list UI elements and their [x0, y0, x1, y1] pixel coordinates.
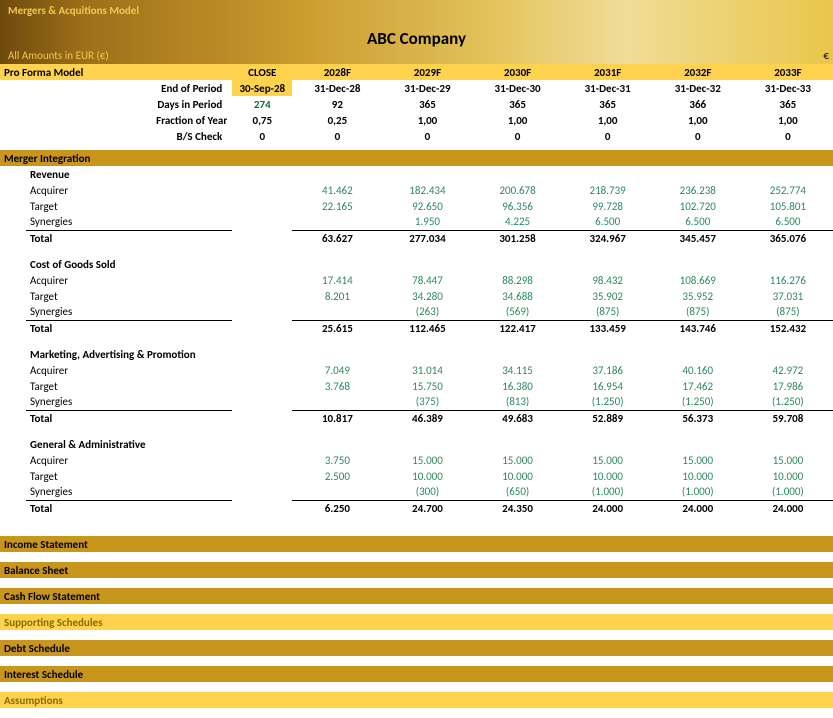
- model-title: Mergers & Acquitions Model: [8, 4, 825, 17]
- data-row: Synergies(263)(569)(875)(875)(875): [0, 304, 833, 320]
- year-col: 2030F: [473, 64, 563, 80]
- data-row: Target22.16592.65096.35699.728102.720105…: [0, 198, 833, 214]
- data-row: Target3.76815.75016.38016.95417.46217.98…: [0, 378, 833, 394]
- currency-label: All Amounts in EUR (€): [8, 49, 109, 62]
- total-row: Total63.627277.034301.258324.967345.4573…: [0, 230, 833, 246]
- currency-symbol: €: [823, 49, 829, 62]
- year-col: 2029F: [382, 64, 472, 80]
- year-col: 2032F: [653, 64, 743, 80]
- data-row: Target8.20134.28034.68835.90235.95237.03…: [0, 288, 833, 304]
- data-row: Acquirer3.75015.00015.00015.00015.00015.…: [0, 452, 833, 468]
- group-title: Cost of Goods Sold: [0, 256, 833, 272]
- data-row: Synergies1.9504.2256.5006.5006.500: [0, 214, 833, 230]
- data-row: Acquirer7.04931.01434.11537.18640.16042.…: [0, 362, 833, 378]
- data-row: Acquirer17.41478.44788.29898.432108.6691…: [0, 272, 833, 288]
- section-support: Supporting Schedules: [0, 614, 833, 630]
- main-table: Pro Forma Model CLOSE 2028F 2029F 2030F …: [0, 64, 833, 718]
- section-balance: Balance Sheet: [0, 562, 833, 578]
- table-header-row: Pro Forma Model CLOSE 2028F 2029F 2030F …: [0, 64, 833, 80]
- data-row: Synergies(375)(813)(1.250)(1.250)(1.250): [0, 394, 833, 410]
- year-col: 2028F: [292, 64, 382, 80]
- total-row: Total6.25024.70024.35024.00024.00024.000: [0, 500, 833, 516]
- group-title: Marketing, Advertising & Promotion: [0, 346, 833, 362]
- section-assumptions: Assumptions: [0, 692, 833, 708]
- section-income: Income Statement: [0, 536, 833, 552]
- days-row: Days in Period 274 92 365 365 365 366 36…: [0, 96, 833, 112]
- year-col: 2031F: [563, 64, 653, 80]
- group-title: General & Administrative: [0, 436, 833, 452]
- group-title: Revenue: [0, 166, 833, 182]
- total-row: Total25.615112.465122.417133.459143.7461…: [0, 320, 833, 336]
- section-cashflow: Cash Flow Statement: [0, 588, 833, 604]
- section-merger: Merger Integration: [0, 150, 833, 166]
- proforma-label: Pro Forma Model: [0, 64, 232, 80]
- data-row: Target2.50010.00010.00010.00010.00010.00…: [0, 468, 833, 484]
- bs-row: B/S Check 0 0 0 0 0 0 0: [0, 128, 833, 144]
- company-name: ABC Company: [0, 28, 833, 49]
- header: Mergers & Acquitions Model ABC Company A…: [0, 0, 833, 64]
- year-col: 2033F: [743, 64, 833, 80]
- section-debt: Debt Schedule: [0, 640, 833, 656]
- section-interest: Interest Schedule: [0, 666, 833, 682]
- frac-row: Fraction of Year 0,75 0,25 1,00 1,00 1,0…: [0, 112, 833, 128]
- data-row: Synergies(300)(650)(1.000)(1.000)(1.000): [0, 484, 833, 500]
- data-row: Acquirer41.462182.434200.678218.739236.2…: [0, 182, 833, 198]
- eop-row: End of Period 30-Sep-28 31-Dec-28 31-Dec…: [0, 80, 833, 96]
- total-row: Total10.81746.38949.68352.88956.37359.70…: [0, 410, 833, 426]
- close-label: CLOSE: [232, 64, 292, 80]
